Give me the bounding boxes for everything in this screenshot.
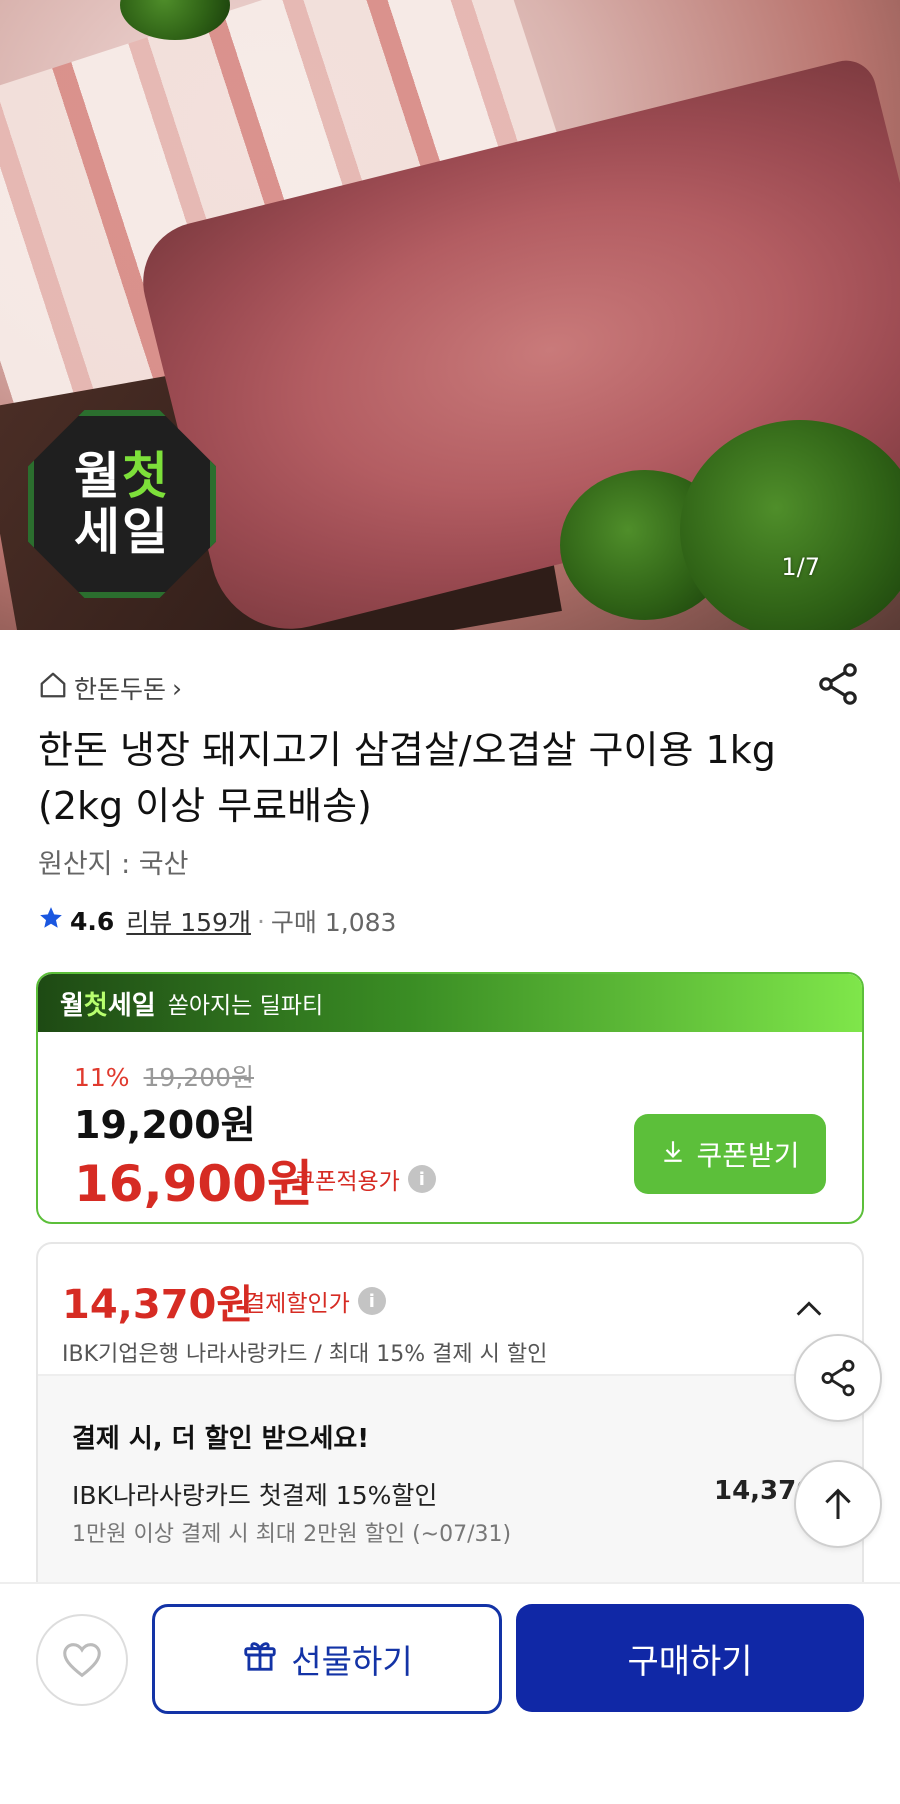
separator-dot: · <box>256 906 265 936</box>
chevron-right-icon: › <box>172 673 183 703</box>
deal-brand: 월첫세일 <box>60 990 156 1021</box>
coupon-price: 16,900원 <box>74 1155 313 1213</box>
coupon-label-text: 쿠폰적용가 <box>294 1169 400 1195</box>
share-icon <box>819 663 857 705</box>
heart-icon <box>63 1643 101 1678</box>
arrow-up-icon <box>825 1488 851 1519</box>
original-price: 19,200원 <box>143 1063 255 1092</box>
product-title: 한돈 냉장 돼지고기 삼겹살/오겹살 구이용 1kg (2kg 이상 무료배송) <box>38 728 776 828</box>
deal-header: 월첫세일 쏟아지는 딜파티 <box>38 974 862 1032</box>
share-button[interactable] <box>814 660 862 708</box>
deal-box: 월첫세일 쏟아지는 딜파티 11% 19,200원 19,200원 16,900… <box>36 972 864 1224</box>
get-coupon-label: 쿠폰받기 <box>696 1139 800 1172</box>
sale-price: 19,200원 <box>74 1103 256 1147</box>
payment-discount-heading: 결제 시, 더 할인 받으세요! <box>72 1424 370 1454</box>
gift-button[interactable]: 선물하기 <box>152 1604 502 1714</box>
gift-label: 선물하기 <box>291 1642 413 1681</box>
image-counter: 1/7 <box>781 553 820 581</box>
rating-score: 4.6 <box>70 906 115 936</box>
store-link[interactable]: 한돈두돈 › <box>38 670 182 706</box>
info-icon[interactable]: i <box>407 1165 436 1193</box>
purchase-count: 구매 1,083 <box>270 908 397 937</box>
wishlist-button[interactable] <box>36 1614 128 1706</box>
payment-label-text: 결제할인가 <box>244 1291 350 1317</box>
coupon-price-label: 쿠폰적용가 i <box>294 1162 436 1196</box>
buy-button[interactable]: 구매하기 <box>516 1604 864 1712</box>
payment-discount-price: 14,370원 <box>62 1282 254 1328</box>
rating-row: 4.6 리뷰 159개 · 구매 1,083 <box>38 903 396 939</box>
product-origin: 원산지 : 국산 <box>38 849 189 880</box>
bottom-action-bar: 선물하기 구매하기 <box>0 1582 900 1804</box>
get-coupon-button[interactable]: 쿠폰받기 <box>634 1114 826 1194</box>
floating-share-button[interactable] <box>794 1334 882 1422</box>
deal-body: 11% 19,200원 19,200원 16,900원 쿠폰적용가 i 쿠폰받기 <box>38 1032 862 1222</box>
monthly-first-sale-badge: 월첫 세일 <box>28 410 216 598</box>
home-icon <box>38 670 68 706</box>
store-name: 한돈두돈 <box>74 675 167 704</box>
discount-row: 11% 19,200원 <box>74 1058 254 1094</box>
card-offer-title: IBK나라사랑카드 첫결제 15%할인 <box>72 1481 438 1510</box>
deal-subtitle: 쏟아지는 딜파티 <box>167 993 324 1019</box>
review-count-link[interactable]: 리뷰 159개 <box>126 903 251 939</box>
gift-icon <box>241 1636 279 1682</box>
payment-discount-summary[interactable]: 14,370원 결제할인가 i IBK기업은행 나라사랑카드 / 최대 15% … <box>38 1244 862 1376</box>
card-offer-note: 1만원 이상 결제 시 최대 2만원 할인 (~07/31) <box>72 1522 512 1547</box>
product-image[interactable]: 월첫 세일 1/7 <box>0 0 900 630</box>
download-icon <box>660 1138 686 1171</box>
discount-rate: 11% <box>74 1063 130 1092</box>
info-icon[interactable]: i <box>357 1287 386 1315</box>
payment-discount-description: IBK기업은행 나라사랑카드 / 최대 15% 결제 시 할인 <box>62 1342 548 1367</box>
chevron-up-icon[interactable] <box>792 1292 826 1326</box>
payment-discount-label: 결제할인가 i <box>244 1284 386 1318</box>
star-icon <box>38 905 64 937</box>
share-icon <box>821 1359 855 1397</box>
scroll-to-top-button[interactable] <box>794 1460 882 1548</box>
